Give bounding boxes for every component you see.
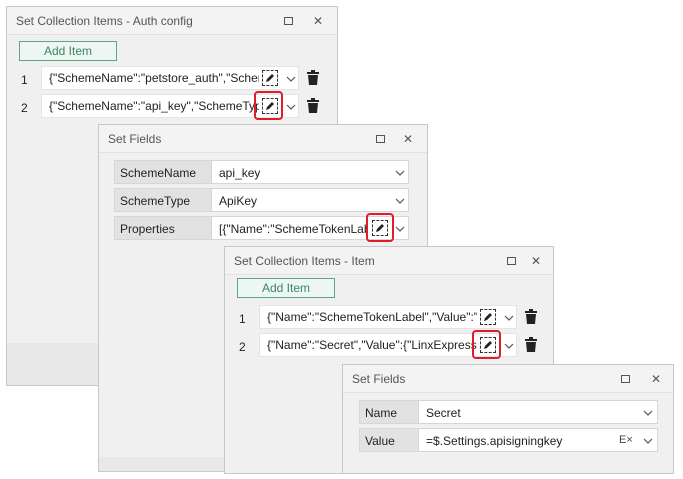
maximize-icon (283, 17, 293, 25)
close-icon: ✕ (650, 372, 662, 386)
field-value: {"SchemeName":"petstore_auth","Scheme (49, 71, 259, 85)
titlebar: Set Collection Items - Item ✕ (225, 247, 553, 275)
chevron-down-icon[interactable] (643, 409, 653, 417)
add-item-button[interactable]: Add Item (19, 41, 117, 61)
row-index: 2 (21, 101, 28, 115)
window-title: Set Collection Items - Item (234, 254, 375, 268)
field-label: SchemeType (114, 188, 212, 212)
highlight-box (254, 91, 283, 120)
close-icon: ✕ (402, 132, 414, 146)
trash-icon[interactable] (524, 337, 538, 353)
titlebar: Set Fields ✕ (343, 365, 673, 393)
field-value: api_key (219, 166, 261, 180)
titlebar: Set Collection Items - Auth config ✕ (7, 7, 337, 35)
maximize-button[interactable] (616, 370, 634, 388)
maximize-icon (620, 375, 630, 383)
scheme-name-select[interactable]: api_key (211, 160, 409, 184)
scheme-type-select[interactable]: ApiKey (211, 188, 409, 212)
chevron-down-icon[interactable] (286, 75, 296, 83)
close-icon: ✕ (312, 14, 324, 28)
chevron-down-icon[interactable] (643, 437, 653, 445)
value-expression-field[interactable]: =$.Settings.apisigningkey E× (418, 428, 658, 452)
chevron-down-icon[interactable] (395, 225, 405, 233)
edit-icon[interactable] (480, 309, 496, 325)
close-button[interactable]: ✕ (309, 12, 327, 30)
clear-expression-icon[interactable]: E× (619, 434, 633, 446)
window-title: Set Fields (108, 132, 162, 146)
row-index: 2 (239, 340, 246, 354)
field-label: Value (359, 428, 419, 452)
field-label: Properties (114, 216, 212, 240)
chevron-down-icon[interactable] (504, 342, 514, 350)
chevron-down-icon[interactable] (395, 197, 405, 205)
trash-icon[interactable] (306, 98, 320, 114)
row-index: 1 (21, 73, 28, 87)
add-item-button[interactable]: Add Item (237, 278, 335, 298)
field-value: {"SchemeName":"api_key","SchemeType" (49, 99, 259, 113)
field-label: SchemeName (114, 160, 212, 184)
window-title: Set Fields (352, 372, 406, 386)
close-button[interactable]: ✕ (647, 370, 665, 388)
maximize-button[interactable] (502, 252, 520, 270)
name-select[interactable]: Secret (418, 400, 658, 424)
collection-item-field[interactable]: {"SchemeName":"petstore_auth","Scheme (41, 66, 299, 90)
field-value: Secret (426, 406, 461, 420)
maximize-button[interactable] (371, 130, 389, 148)
titlebar: Set Fields ✕ (99, 125, 427, 153)
field-label: Name (359, 400, 419, 424)
field-value: {"Name":"Secret","Value":{"LinxExpressio… (267, 338, 477, 352)
collection-item-field[interactable]: {"Name":"SchemeTokenLabel","Value":"Be (259, 305, 517, 329)
row-index: 1 (239, 312, 246, 326)
maximize-icon (375, 135, 385, 143)
window-title: Set Collection Items - Auth config (16, 14, 193, 28)
close-button[interactable]: ✕ (527, 252, 545, 270)
chevron-down-icon[interactable] (504, 314, 514, 322)
highlight-box (366, 213, 394, 242)
highlight-box (472, 330, 501, 359)
maximize-button[interactable] (279, 12, 297, 30)
trash-icon[interactable] (524, 309, 538, 325)
trash-icon[interactable] (306, 70, 320, 86)
close-button[interactable]: ✕ (399, 130, 417, 148)
chevron-down-icon[interactable] (395, 169, 405, 177)
close-icon: ✕ (530, 254, 542, 268)
chevron-down-icon[interactable] (286, 103, 296, 111)
edit-icon[interactable] (262, 70, 278, 86)
field-value: =$.Settings.apisigningkey (426, 434, 563, 448)
field-value: {"Name":"SchemeTokenLabel","Value":"Be (267, 310, 477, 324)
field-value: ApiKey (219, 194, 258, 208)
field-value: [{"Name":"SchemeTokenLabe (219, 222, 367, 236)
window-set-fields-item: Set Fields ✕ Name Secret Value =$.Settin… (342, 364, 674, 474)
maximize-icon (506, 257, 516, 265)
